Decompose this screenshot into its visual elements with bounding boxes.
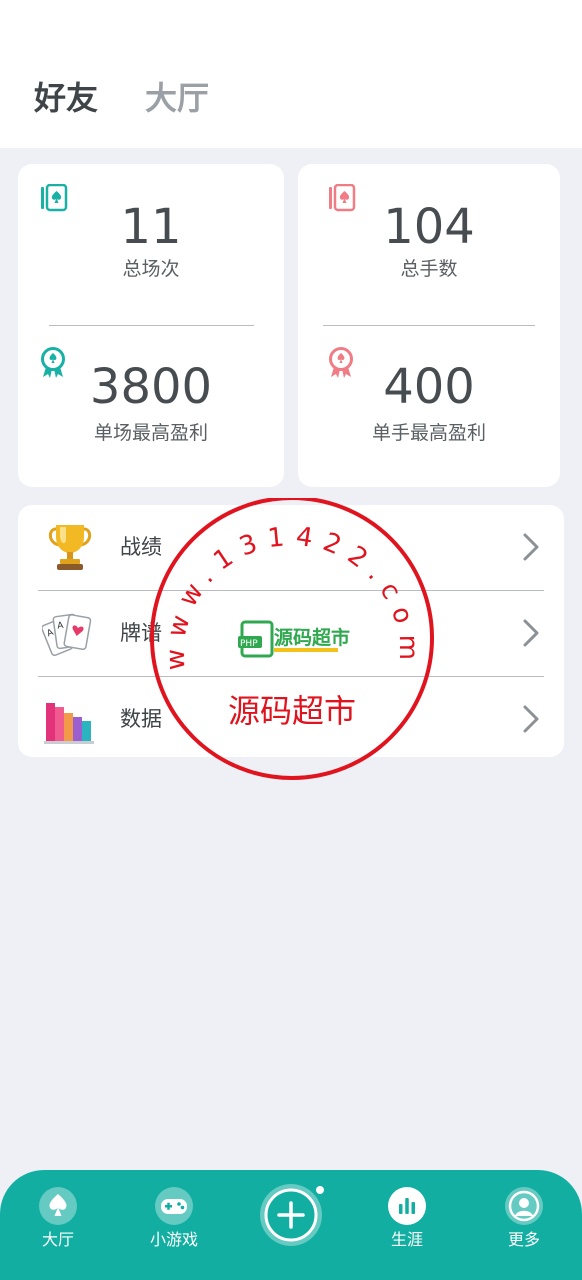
tabbar-label: 更多 — [507, 1230, 540, 1249]
menu-item-label: 战绩 — [120, 535, 162, 559]
user-icon — [505, 1187, 543, 1225]
gamepad-icon — [155, 1187, 193, 1225]
menu-list: 战绩 A A 牌谱 数据 — [18, 505, 564, 757]
playing-cards-icon: A A — [42, 613, 92, 657]
max-hand-profit-value: 400 — [383, 359, 475, 415]
bottom-tab-bar: 大厅 小游戏 生涯 更多 — [0, 1170, 582, 1280]
chevron-right-icon — [523, 619, 539, 647]
max-game-profit-label: 单场最高盈利 — [93, 422, 208, 444]
tabbar-item-career[interactable]: 生涯 — [357, 1170, 457, 1280]
stats-card-right: 104 总手数 400 单手最高盈利 — [298, 164, 560, 487]
tab-hall[interactable]: 大厅 — [145, 78, 209, 118]
tabbar-item-hall[interactable]: 大厅 — [8, 1170, 108, 1280]
stats-divider — [49, 325, 254, 326]
menu-item-label: 数据 — [120, 707, 162, 731]
menu-item-data[interactable]: 数据 — [18, 677, 564, 763]
tabbar-label: 大厅 — [41, 1230, 74, 1249]
total-games-label: 总场次 — [122, 258, 180, 280]
notification-dot — [316, 1186, 324, 1194]
tab-friends[interactable]: 好友 — [34, 78, 98, 118]
trophy-icon — [48, 525, 92, 570]
stats-divider — [323, 325, 535, 326]
chevron-right-icon — [523, 533, 539, 561]
max-hand-profit-label: 单手最高盈利 — [371, 422, 486, 444]
total-hands-value: 104 — [383, 199, 475, 255]
tabbar-item-minigames[interactable]: 小游戏 — [124, 1170, 224, 1280]
menu-item-hand-history[interactable]: A A 牌谱 — [18, 591, 564, 677]
spade-icon — [39, 1187, 77, 1225]
bar-chart-icon — [388, 1187, 426, 1225]
tabbar-label: 生涯 — [390, 1230, 423, 1249]
menu-item-label: 牌谱 — [120, 621, 162, 645]
tabbar-item-more[interactable]: 更多 — [474, 1170, 574, 1280]
stats-card-left: 11 总场次 3800 单场最高盈利 — [18, 164, 284, 487]
total-games-value: 11 — [120, 199, 182, 255]
bar-chart-icon — [44, 703, 94, 744]
add-button[interactable] — [258, 1182, 324, 1248]
top-header: 好友 大厅 — [0, 0, 582, 148]
total-hands-label: 总手数 — [400, 258, 458, 280]
chevron-right-icon — [523, 705, 539, 733]
menu-item-records[interactable]: 战绩 — [18, 505, 564, 591]
max-game-profit-value: 3800 — [89, 359, 213, 415]
tabbar-label: 小游戏 — [149, 1230, 198, 1249]
